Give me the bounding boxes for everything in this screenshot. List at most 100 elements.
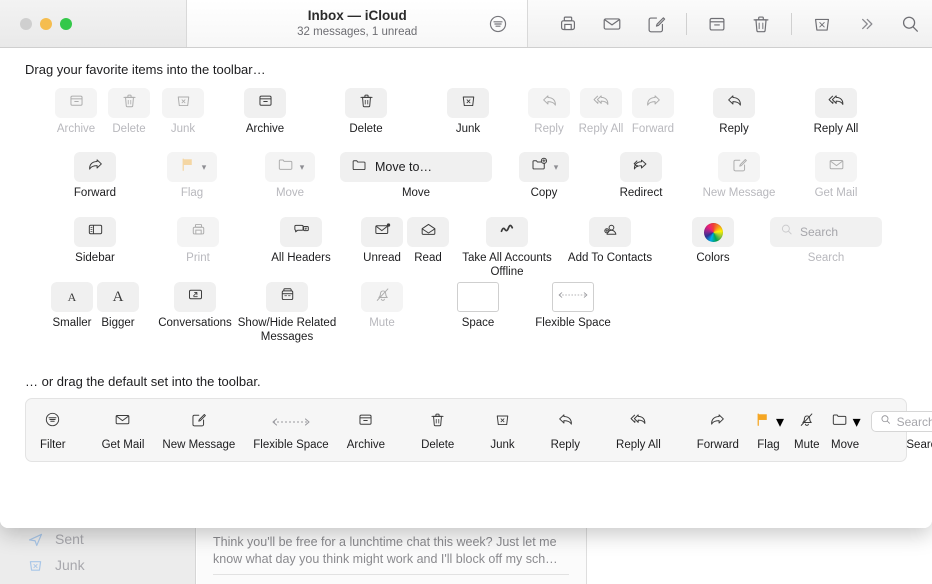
default-item-junk[interactable]: Junk [490,410,514,451]
palette-item-label: New Message [703,187,776,201]
default-item-label: Flexible Space [253,439,328,451]
flag-icon [753,410,772,434]
palette-item-chip [74,152,116,182]
default-item-icon-wrap: ▾ [753,410,784,434]
palette-item-chip [718,152,760,182]
palette-item-label: Bigger [101,317,134,331]
palette-item-chip [361,282,403,312]
default-item-filter[interactable]: Filter [40,410,66,451]
palette-item-chip: Search [770,217,882,247]
search-icon[interactable] [888,0,932,48]
default-set-toolbar[interactable]: Filter Get Mail New Message Flexible Space A… [25,398,907,462]
palette-item-label: Search [808,252,844,266]
default-item-label: Filter [40,439,66,451]
search-input[interactable]: Search [871,411,932,432]
traffic-lights [0,0,187,47]
chevron-double-right-icon[interactable] [844,0,888,48]
font-bigger-icon: A [113,288,124,306]
palette-item-chip [447,88,489,118]
window-title-area: Inbox — iCloud 32 messages, 1 unread [187,0,528,47]
default-item-reply-all[interactable]: Reply All [616,410,661,451]
palette-item-chip [162,88,204,118]
palette-item-search[interactable]: Search Search [766,217,886,266]
palette-item-add-to-contacts[interactable]: Add To Contacts [550,217,670,266]
default-item-label: Reply All [616,439,661,451]
palette-item-chip [280,217,322,247]
default-item-flag[interactable]: ▾Flag [753,410,784,451]
palette-item-sidebar[interactable]: Sidebar [35,217,155,266]
palette-item-label: Get Mail [815,187,858,201]
default-item-delete[interactable]: Delete [421,410,454,451]
print-icon [189,220,208,244]
junk-icon [493,410,512,434]
sidebar-item-sent[interactable]: Sent [26,530,84,548]
default-item-search[interactable]: Search Search [871,410,932,451]
default-item-icon-wrap: ▾ [830,410,861,434]
default-item-icon-wrap [356,410,375,434]
default-item-new-message[interactable]: New Message [162,410,235,451]
default-item-archive[interactable]: Archive [347,410,385,451]
chevron-down-icon: ▾ [853,412,861,432]
trash-icon [357,91,376,115]
get-mail-button[interactable] [590,0,634,48]
reply-icon [556,410,575,434]
palette-item-label: Delete [349,123,382,137]
palette-item-get-mail[interactable]: Get Mail [776,152,896,201]
default-item-icon-wrap [260,410,322,434]
flag-icon [178,155,197,179]
default-item-label: Search [906,439,932,451]
print-button[interactable] [546,0,590,48]
close-button[interactable] [20,18,32,30]
default-item-forward[interactable]: Forward [697,410,739,451]
conversations-icon [186,285,205,309]
mute-icon [373,285,392,309]
junk-icon [26,556,44,574]
default-item-label: Archive [347,439,385,451]
default-item-flexible-space[interactable]: Flexible Space [253,410,328,451]
default-item-mute[interactable]: Mute [794,410,820,451]
default-item-reply[interactable]: Reply [551,410,580,451]
palette-item-label: Forward [632,123,674,137]
new-message-button[interactable] [634,0,678,48]
search-placeholder: Search [897,415,932,429]
palette-item-label: Junk [171,123,195,137]
palette-item-print[interactable]: Print [138,217,258,266]
envelope-icon [827,155,846,179]
archive-icon [256,91,275,115]
palette-item-chip [74,217,116,247]
default-item-label: Reply [551,439,580,451]
forward-icon [86,155,105,179]
palette-item-colors[interactable]: Colors [653,217,773,266]
chevron-down-icon: ▾ [776,412,784,432]
palette-item-reply-all[interactable]: Reply All [776,88,896,137]
filter-button[interactable] [485,11,511,37]
default-item-icon-wrap [708,410,727,434]
palette-chip-text: Move to… [375,160,432,174]
delete-button[interactable] [739,0,783,48]
reply-all-icon [629,410,648,434]
palette-item-label: Take All Accounts Offline [447,252,567,279]
sheet-footer: Show Icon Only Done [0,478,932,528]
sidebar-item-junk[interactable]: Junk [26,556,85,574]
toolbar-item-palette: ArchiveDeleteJunkArchiveDeleteJunkReplyR… [0,88,932,360]
default-item-icon-wrap [556,410,575,434]
zoom-button[interactable] [60,18,72,30]
filter-icon [43,410,62,434]
sent-icon [26,530,44,548]
archive-button[interactable] [695,0,739,48]
palette-item-chip [620,152,662,182]
palette-item-chip [177,217,219,247]
junk-button[interactable] [800,0,844,48]
palette-item-label: Flag [181,187,203,201]
sidebar-icon [86,220,105,244]
default-item-move[interactable]: ▾Move [830,410,861,451]
minimize-button[interactable] [40,18,52,30]
palette-item-chip [552,282,594,312]
default-item-get-mail[interactable]: Get Mail [102,410,145,451]
palette-item-flexible-space[interactable]: Flexible Space [513,282,633,331]
palette-item-label: Print [186,252,210,266]
envelope-icon [113,410,132,434]
palette-item-take-all-accounts-offline[interactable]: Take All Accounts Offline [447,217,567,279]
read-icon [419,220,438,244]
default-item-icon-wrap: Search [871,410,932,434]
